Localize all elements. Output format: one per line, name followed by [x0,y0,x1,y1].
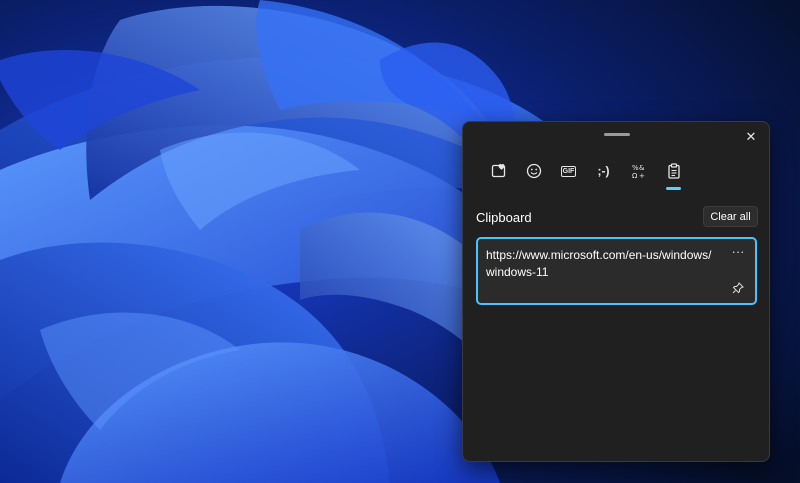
more-options-button[interactable]: ··· [729,242,747,260]
symbols-icon: % & Ω + [630,163,648,179]
close-icon: ✕ [745,129,757,144]
emoji-icon [525,163,543,179]
kaomoji-icon: ;-) [597,164,610,178]
svg-text:+: + [639,172,645,179]
gif-icon: GIF [560,165,577,177]
svg-text:&: & [639,164,645,172]
clipboard-icon [665,163,683,179]
more-icon: ··· [731,243,745,259]
svg-text:Ω: Ω [632,172,638,179]
clear-all-button[interactable]: Clear all [703,206,758,227]
clipboard-item-text: https://www.microsoft.com/en-us/windows/… [486,248,712,279]
pin-icon [732,281,744,299]
tab-clipboard[interactable] [656,160,691,190]
tab-recently-used[interactable] [481,160,516,190]
tab-kaomoji[interactable]: ;-) [586,160,621,190]
emoji-clipboard-panel: ✕ GIF ;-) % & Ω + Clipboard Clear all ht… [462,121,770,462]
drag-handle[interactable] [604,133,630,136]
section-title: Clipboard [476,210,532,225]
tab-emoji[interactable] [516,160,551,190]
svg-text:%: % [632,164,639,172]
panel-tab-bar: GIF ;-) % & Ω + [481,160,691,190]
favorites-icon [490,163,508,179]
pin-button[interactable] [729,281,747,299]
close-button[interactable]: ✕ [742,128,760,146]
active-tab-indicator [666,187,681,190]
tab-gif[interactable]: GIF [551,160,586,190]
clipboard-item[interactable]: https://www.microsoft.com/en-us/windows/… [476,237,757,305]
tab-symbols[interactable]: % & Ω + [621,160,656,190]
